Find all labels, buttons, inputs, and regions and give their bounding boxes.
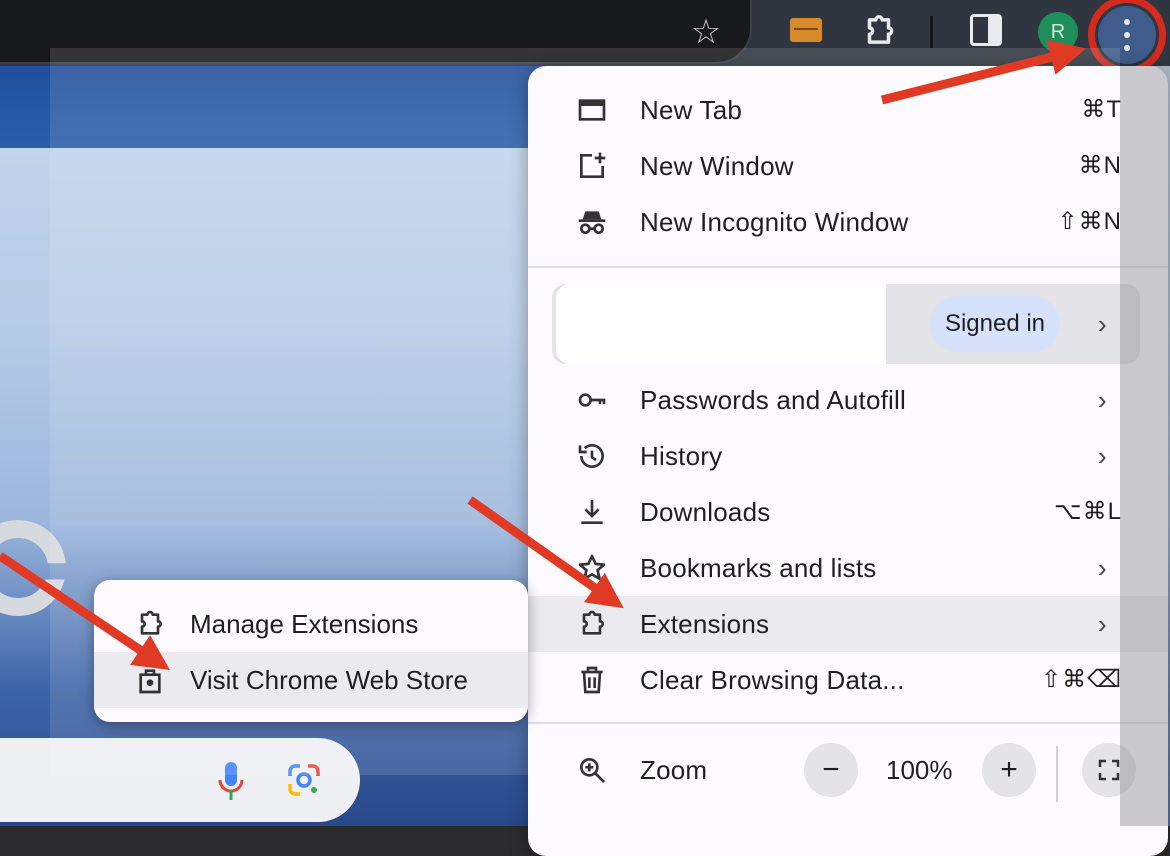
extensions-submenu: Manage Extensions Visit Chrome Web Store bbox=[94, 580, 528, 722]
menu-item-new-tab[interactable]: New Tab ⌘T bbox=[528, 82, 1168, 138]
profile-avatar[interactable]: R bbox=[1038, 12, 1078, 52]
chevron-right-icon: › bbox=[1098, 553, 1107, 583]
menu-item-extensions[interactable]: Extensions › bbox=[528, 596, 1168, 652]
submenu-item-manage-extensions[interactable]: Manage Extensions bbox=[94, 596, 528, 652]
menu-item-label: Bookmarks and lists bbox=[640, 553, 877, 583]
new-tab-icon bbox=[578, 99, 606, 121]
fullscreen-button[interactable] bbox=[1082, 743, 1136, 797]
puzzle-icon bbox=[582, 610, 604, 635]
chrome-main-menu: New Tab ⌘T New Window ⌘N New Incognito W… bbox=[528, 66, 1168, 856]
menu-item-bookmarks-lists[interactable]: Bookmarks and lists › bbox=[528, 540, 1168, 596]
zoom-magnifier-icon bbox=[580, 758, 605, 783]
menu-item-downloads[interactable]: Downloads ⌥⌘L bbox=[528, 484, 1168, 540]
menu-item-label: Downloads bbox=[640, 497, 771, 527]
extension-chart-icon[interactable] bbox=[790, 18, 822, 42]
menu-item-shortcut: ⌥⌘L bbox=[1053, 498, 1122, 525]
zoom-divider bbox=[1056, 746, 1058, 802]
submenu-item-label: Visit Chrome Web Store bbox=[190, 665, 468, 695]
menu-item-shortcut: ⌘T bbox=[1081, 96, 1122, 123]
history-icon bbox=[578, 444, 604, 468]
star-icon bbox=[578, 554, 606, 580]
menu-item-passwords-autofill[interactable]: Passwords and Autofill › bbox=[528, 372, 1168, 428]
side-panel-icon[interactable] bbox=[970, 14, 1002, 46]
zoom-out-button[interactable]: − bbox=[804, 743, 858, 797]
new-window-icon bbox=[580, 152, 606, 178]
download-icon bbox=[581, 500, 603, 524]
menu-item-shortcut: ⇧⌘⌫ bbox=[1040, 666, 1122, 693]
menu-item-label: History bbox=[640, 441, 723, 471]
menu-item-history[interactable]: History › bbox=[528, 428, 1168, 484]
zoom-in-button[interactable]: + bbox=[982, 743, 1036, 797]
zoom-label: Zoom bbox=[640, 755, 708, 785]
menu-item-label: Passwords and Autofill bbox=[640, 385, 906, 415]
chevron-right-icon: › bbox=[1098, 609, 1107, 639]
puzzle-icon bbox=[140, 610, 162, 635]
menu-item-shortcut: ⇧⌘N bbox=[1057, 208, 1122, 235]
zoom-level-value: 100% bbox=[886, 755, 953, 785]
menu-item-new-incognito-window[interactable]: New Incognito Window ⇧⌘N bbox=[528, 194, 1168, 250]
menu-item-label: New Window bbox=[640, 151, 794, 181]
incognito-icon bbox=[578, 211, 606, 234]
extensions-puzzle-icon[interactable] bbox=[860, 12, 898, 50]
menu-item-label: New Tab bbox=[640, 95, 743, 125]
key-icon bbox=[578, 393, 606, 407]
profile-row[interactable]: Signed in › bbox=[552, 284, 1140, 364]
menu-divider bbox=[528, 722, 1168, 724]
fullscreen-icon bbox=[1098, 759, 1120, 781]
menu-item-zoom: Zoom − 100% + bbox=[528, 742, 1168, 802]
web-store-icon bbox=[139, 669, 161, 694]
menu-item-shortcut: ⌘N bbox=[1078, 152, 1122, 179]
profile-name-redacted bbox=[556, 284, 886, 364]
menu-item-label: Extensions bbox=[640, 609, 770, 639]
submenu-item-visit-chrome-web-store[interactable]: Visit Chrome Web Store bbox=[94, 652, 528, 708]
signed-in-badge: Signed in bbox=[930, 296, 1060, 352]
menu-item-label: New Incognito Window bbox=[640, 207, 909, 237]
trash-icon bbox=[581, 666, 603, 694]
submenu-item-label: Manage Extensions bbox=[190, 609, 419, 639]
chevron-right-icon: › bbox=[1098, 441, 1107, 471]
menu-divider bbox=[528, 266, 1168, 268]
menu-item-label: Clear Browsing Data... bbox=[640, 665, 905, 695]
bookmark-star-icon[interactable]: ☆ bbox=[686, 12, 726, 52]
chevron-right-icon: › bbox=[1098, 385, 1107, 415]
toolbar-divider bbox=[930, 16, 933, 48]
menu-item-new-window[interactable]: New Window ⌘N bbox=[528, 138, 1168, 194]
menu-item-clear-browsing-data[interactable]: Clear Browsing Data... ⇧⌘⌫ bbox=[528, 652, 1168, 708]
chevron-right-icon: › bbox=[1098, 309, 1107, 339]
